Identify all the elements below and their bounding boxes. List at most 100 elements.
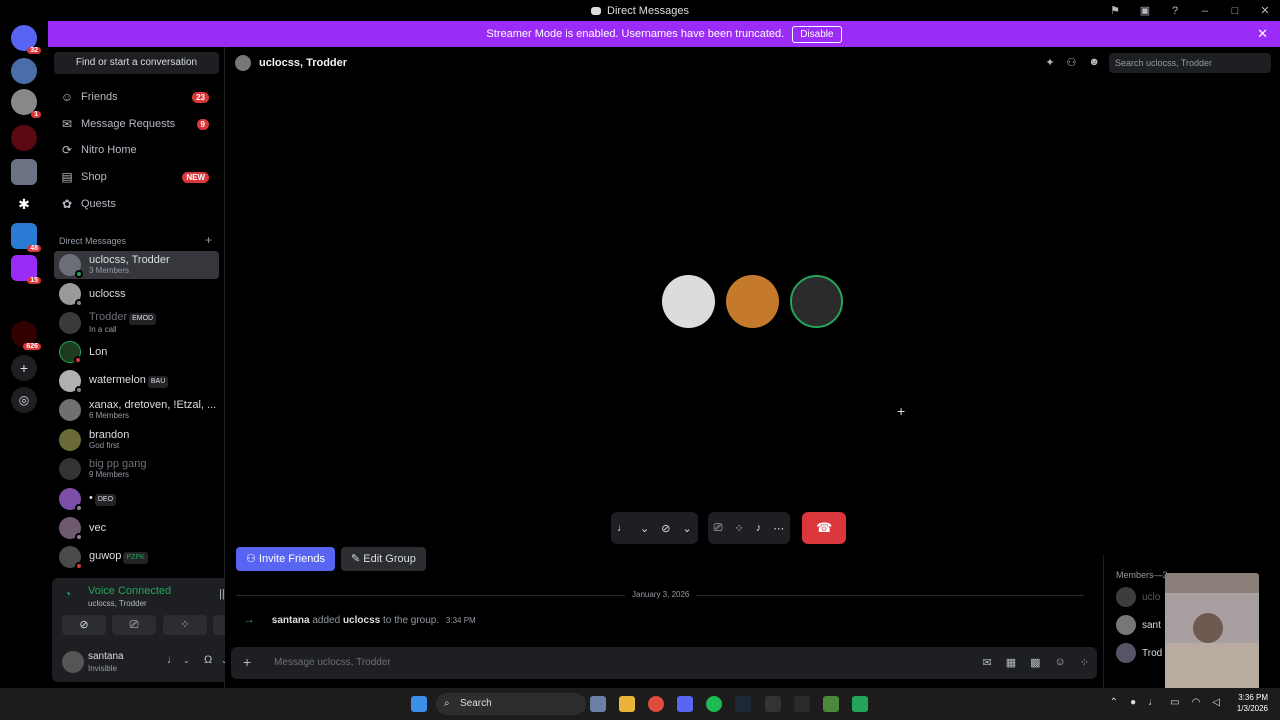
dm-item[interactable]: watermelon BAU	[54, 367, 219, 395]
dm-item[interactable]: guwop PZPK	[54, 543, 219, 571]
dm-item[interactable]: vec	[54, 514, 219, 542]
server-folder-icon[interactable]: 626	[11, 321, 41, 350]
maximize-button[interactable]: □	[1220, 5, 1250, 17]
participant-avatar[interactable]	[662, 275, 715, 328]
app-icon[interactable]	[823, 696, 839, 712]
attach-plus-icon[interactable]: +	[243, 654, 251, 670]
chrome-icon[interactable]	[648, 696, 664, 712]
quests-icon: ✿	[61, 197, 73, 211]
minimize-button[interactable]: –	[1190, 5, 1220, 17]
emoji-icon[interactable]: ☺	[1055, 656, 1066, 669]
headphones-icon[interactable]: Ω	[204, 654, 212, 666]
server-icon[interactable]: 1	[11, 89, 41, 118]
microphone-icon[interactable]: ♩	[167, 654, 178, 666]
server-icon[interactable]	[11, 159, 37, 185]
inbox-flag-icon[interactable]: ⚑	[1100, 4, 1130, 17]
close-window-button[interactable]: ✕	[1250, 4, 1280, 17]
epic-games-icon[interactable]	[765, 696, 781, 712]
clock[interactable]: 3:36 PM 1/3/2026	[1237, 692, 1268, 714]
server-icon[interactable]: 15	[11, 255, 41, 284]
monitor-icon[interactable]: ▣	[1130, 4, 1160, 17]
invite-friends-button[interactable]: ⚇ Invite Friends	[236, 547, 335, 571]
discover-icon[interactable]: ◎	[11, 387, 37, 413]
puzzle-icon[interactable]: ✱	[11, 191, 37, 217]
dm-item[interactable]: uclocss	[54, 280, 219, 308]
disable-button[interactable]: Disable	[792, 25, 842, 43]
dm-home-icon[interactable]: 32	[11, 25, 41, 54]
steam-icon[interactable]	[735, 696, 751, 712]
dm-item[interactable]: xanax, dretoven, !Etzal, ... 6 Members	[54, 396, 219, 424]
app-icon[interactable]	[852, 696, 868, 712]
screen-share-icon[interactable]: ⎚	[714, 522, 723, 535]
gif-icon[interactable]: ▦	[1006, 656, 1016, 669]
discord-app-icon[interactable]	[677, 696, 693, 712]
activities-button[interactable]: ⁘	[163, 615, 207, 635]
gift-icon[interactable]: ✉	[983, 656, 992, 669]
nav-message-requests[interactable]: ✉ Message Requests 9	[54, 111, 219, 137]
tray-wifi-icon[interactable]: ◠	[1192, 697, 1201, 708]
soundboard-icon[interactable]: ♪	[756, 522, 762, 534]
tray-display-icon[interactable]: ▭	[1170, 697, 1179, 708]
participant-avatar-speaking[interactable]	[790, 275, 843, 328]
chevron-down-icon[interactable]: ⌄	[682, 522, 691, 535]
message-composer[interactable]: + Message uclocss, Trodder ✉ ▦ ▩ ☺ ⁘	[231, 647, 1097, 679]
nav-nitro-home[interactable]: ⟳ Nitro Home	[54, 137, 219, 163]
video-popout[interactable]	[1165, 573, 1259, 695]
sticker-icon[interactable]: ▩	[1030, 656, 1040, 669]
dm-item[interactable]: • DEO	[54, 485, 219, 513]
dm-item[interactable]: uclocss, Trodder 3 Members	[54, 251, 219, 279]
user-avatar[interactable]	[62, 651, 84, 673]
help-icon[interactable]: ?	[1160, 5, 1190, 17]
dm-item[interactable]: big pp gang 9 Members	[54, 455, 219, 483]
chevron-down-icon[interactable]: ⌄	[640, 522, 649, 535]
settings-app-icon[interactable]	[590, 696, 606, 712]
message-input[interactable]: Message uclocss, Trodder	[274, 657, 391, 668]
hang-up-button[interactable]: ☎	[802, 512, 847, 544]
taskbar-search[interactable]: ⌕ Search	[436, 693, 586, 715]
date-label: January 3, 2026	[625, 590, 697, 599]
camera-off-icon[interactable]: ⊘	[661, 522, 670, 535]
dm-item[interactable]: Lon	[54, 338, 219, 366]
apps-icon[interactable]: ⁘	[1080, 656, 1089, 669]
username: santana	[88, 651, 124, 662]
pin-icon[interactable]: ✦	[1045, 56, 1054, 69]
server-icon[interactable]	[11, 125, 37, 151]
create-dm-icon[interactable]: +	[205, 233, 212, 247]
tray-app-icon[interactable]: ●	[1130, 697, 1136, 708]
dm-item[interactable]: brandon God first	[54, 426, 219, 454]
spotify-icon[interactable]	[706, 696, 722, 712]
close-icon[interactable]: ✕	[1257, 26, 1268, 42]
member-list-icon[interactable]: ☻	[1088, 56, 1100, 69]
file-explorer-icon[interactable]	[619, 696, 635, 712]
tray-volume-icon[interactable]: ◁	[1212, 697, 1220, 708]
find-conversation-button[interactable]: Find or start a conversation	[54, 52, 219, 74]
tray-mic-icon[interactable]: ♩	[1148, 697, 1158, 708]
search-input[interactable]: Search uclocss, Trodder	[1109, 53, 1271, 73]
streamer-mode-banner: Streamer Mode is enabled. Usernames have…	[48, 21, 1280, 47]
start-icon[interactable]	[411, 696, 427, 712]
microphone-icon[interactable]: ♩	[617, 522, 628, 534]
server-icon[interactable]: 48	[11, 223, 41, 252]
member-item[interactable]: sant	[1116, 615, 1161, 635]
add-server-icon[interactable]: +	[11, 355, 37, 381]
server-icon[interactable]	[11, 58, 37, 84]
activities-icon[interactable]: ⁘	[734, 522, 743, 535]
chevron-down-icon[interactable]: ⌄	[183, 656, 190, 665]
main-call-view: uclocss, Trodder ✦ ⚇ ☻ Search uclocss, T…	[225, 47, 1280, 688]
dm-item[interactable]: Trodder EMOD In a call	[54, 309, 219, 337]
tray-chevron-icon[interactable]: ⌃	[1110, 697, 1118, 708]
group-avatar	[235, 55, 251, 71]
add-friends-icon[interactable]: ⚇	[1067, 56, 1077, 69]
edit-group-button[interactable]: ✎ Edit Group	[341, 547, 426, 571]
nav-friends[interactable]: ☺ Friends 23	[54, 84, 219, 110]
more-icon[interactable]: ⋯	[773, 522, 784, 535]
nav-shop[interactable]: ▤ Shop NEW	[54, 164, 219, 190]
camera-off-button[interactable]: ⊘	[62, 615, 106, 635]
member-item[interactable]: Trod	[1116, 643, 1162, 663]
participant-avatar[interactable]	[726, 275, 779, 328]
nav-quests[interactable]: ✿ Quests	[54, 191, 219, 217]
member-item[interactable]: uclo	[1116, 587, 1160, 607]
screen-share-button[interactable]: ⎚	[112, 615, 156, 635]
avatar	[59, 283, 83, 307]
app-icon[interactable]	[794, 696, 810, 712]
